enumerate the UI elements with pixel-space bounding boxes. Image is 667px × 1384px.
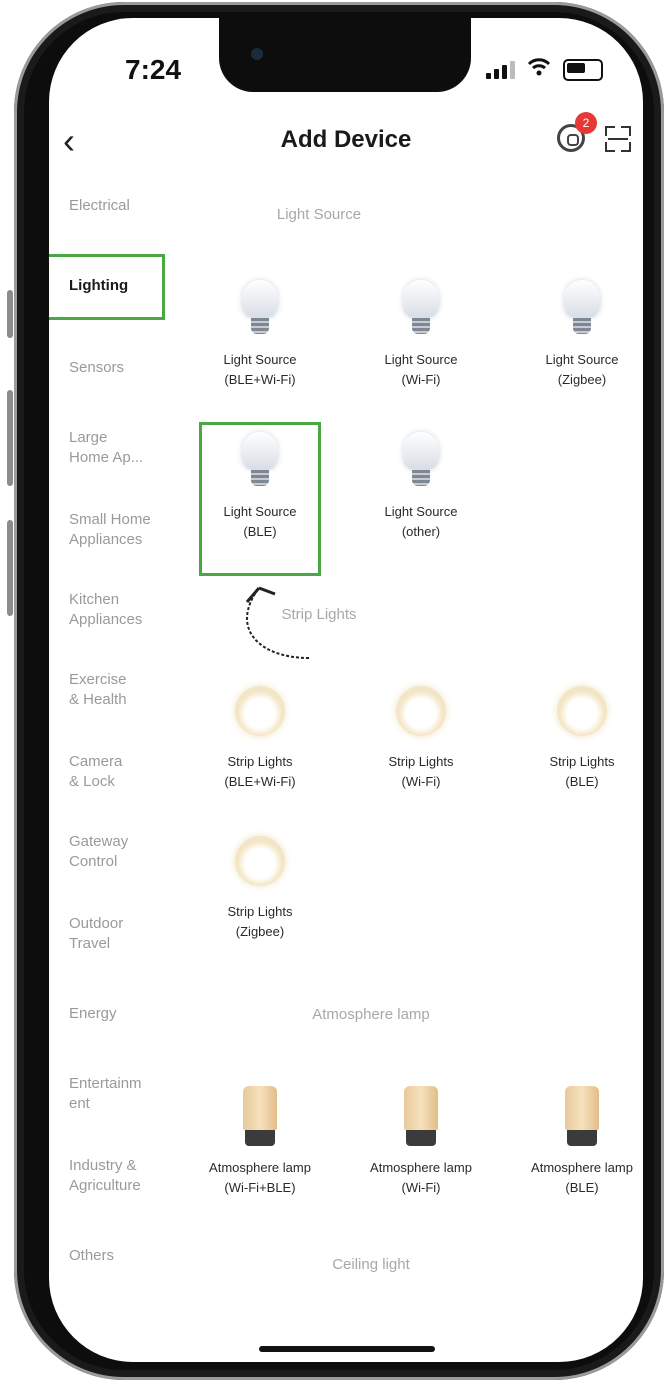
category-sensors[interactable]: Sensors: [69, 358, 179, 378]
highlight-lighting: [49, 254, 165, 320]
category-kitchen-appliances[interactable]: Kitchen Appliances: [69, 590, 179, 630]
device-label: Strip Lights (Zigbee): [227, 904, 293, 939]
bulb-icon: [401, 432, 441, 494]
strip-light-icon: [235, 686, 285, 736]
device-label: Light Source (Zigbee): [545, 352, 619, 387]
device-atmosphere-lamp-ble[interactable]: Atmosphere lamp (BLE): [507, 1086, 643, 1198]
category-industry-agriculture[interactable]: Industry & Agriculture: [69, 1156, 179, 1196]
section-title-strip-lights: Strip Lights: [281, 606, 357, 623]
category-camera-lock[interactable]: Camera & Lock: [69, 752, 179, 792]
device-strip-lights-ble[interactable]: Strip Lights (BLE): [507, 682, 643, 792]
camera-dot: [251, 48, 263, 60]
bulb-icon: [562, 280, 602, 342]
strip-light-icon: [557, 686, 607, 736]
strip-light-icon: [235, 836, 285, 886]
device-label: Strip Lights (BLE+Wi-Fi): [224, 754, 296, 789]
device-atmosphere-lamp-wifi[interactable]: Atmosphere lamp (Wi-Fi): [346, 1086, 496, 1198]
device-strip-lights-wifi[interactable]: Strip Lights (Wi-Fi): [346, 682, 496, 792]
highlight-light-source-ble: [199, 422, 321, 576]
device-label: Atmosphere lamp (Wi-Fi): [370, 1160, 472, 1195]
device-label: Atmosphere lamp (Wi-Fi+BLE): [209, 1160, 311, 1195]
status-icons: [486, 58, 603, 82]
device-light-source-other[interactable]: Light Source (other): [346, 432, 496, 542]
home-indicator[interactable]: [259, 1346, 435, 1352]
device-label: Light Source (other): [384, 504, 458, 539]
device-label: Strip Lights (BLE): [549, 754, 615, 789]
category-gateway-control[interactable]: Gateway Control: [69, 832, 179, 872]
lamp-icon: [404, 1086, 438, 1146]
device-strip-lights-zigbee[interactable]: Strip Lights (Zigbee): [185, 832, 335, 942]
nav-bar: ‹ Add Device 2: [49, 112, 643, 172]
device-light-source-zigbee[interactable]: Light Source (Zigbee): [507, 280, 643, 390]
section-title-atmosphere-lamp: Atmosphere lamp: [312, 1006, 430, 1023]
lamp-icon: [565, 1086, 599, 1146]
category-others[interactable]: Others: [69, 1246, 179, 1266]
volume-up-button: [7, 390, 13, 486]
wifi-icon: [527, 58, 551, 82]
category-electrical[interactable]: Electrical: [69, 196, 179, 216]
bulb-icon: [240, 280, 280, 342]
category-energy[interactable]: Energy: [69, 1004, 179, 1024]
notch: [219, 18, 471, 92]
category-exercise-health[interactable]: Exercise & Health: [69, 670, 179, 710]
status-time: 7:24: [125, 54, 182, 85]
device-label: Atmosphere lamp (BLE): [531, 1160, 633, 1195]
device-label: Strip Lights (Wi-Fi): [388, 754, 454, 789]
battery-icon: [563, 59, 603, 81]
device-light-source-ble-wifi[interactable]: Light Source (BLE+Wi-Fi): [185, 280, 335, 390]
bulb-icon: [401, 280, 441, 342]
page-title: Add Device: [280, 126, 412, 153]
device-strip-lights-ble-wifi[interactable]: Strip Lights (BLE+Wi-Fi): [185, 682, 335, 792]
category-entertainment[interactable]: Entertainm ent: [69, 1074, 179, 1114]
device-atmosphere-lamp-wifi-ble[interactable]: Atmosphere lamp (Wi-Fi+BLE): [185, 1086, 335, 1198]
mute-switch: [7, 290, 13, 338]
category-large-home-appliances[interactable]: Large Home Ap...: [69, 428, 179, 468]
strip-light-icon: [396, 686, 446, 736]
volume-down-button: [7, 520, 13, 616]
device-label: Light Source (BLE+Wi-Fi): [223, 352, 297, 387]
category-small-home-appliances[interactable]: Small Home Appliances: [69, 510, 179, 550]
device-light-source-wifi[interactable]: Light Source (Wi-Fi): [346, 280, 496, 390]
lamp-icon: [243, 1086, 277, 1146]
signal-icon: [486, 61, 515, 79]
screen: 7:24 ‹ Add Device 2 Electrical Lighting …: [49, 18, 643, 1362]
category-outdoor-travel[interactable]: Outdoor Travel: [69, 914, 179, 954]
section-title-light-source: Light Source: [276, 206, 362, 223]
notification-badge: 2: [575, 112, 597, 134]
device-label: Light Source (Wi-Fi): [384, 352, 458, 387]
qr-scan-icon[interactable]: [605, 126, 631, 152]
section-title-ceiling-light: Ceiling light: [332, 1256, 410, 1273]
